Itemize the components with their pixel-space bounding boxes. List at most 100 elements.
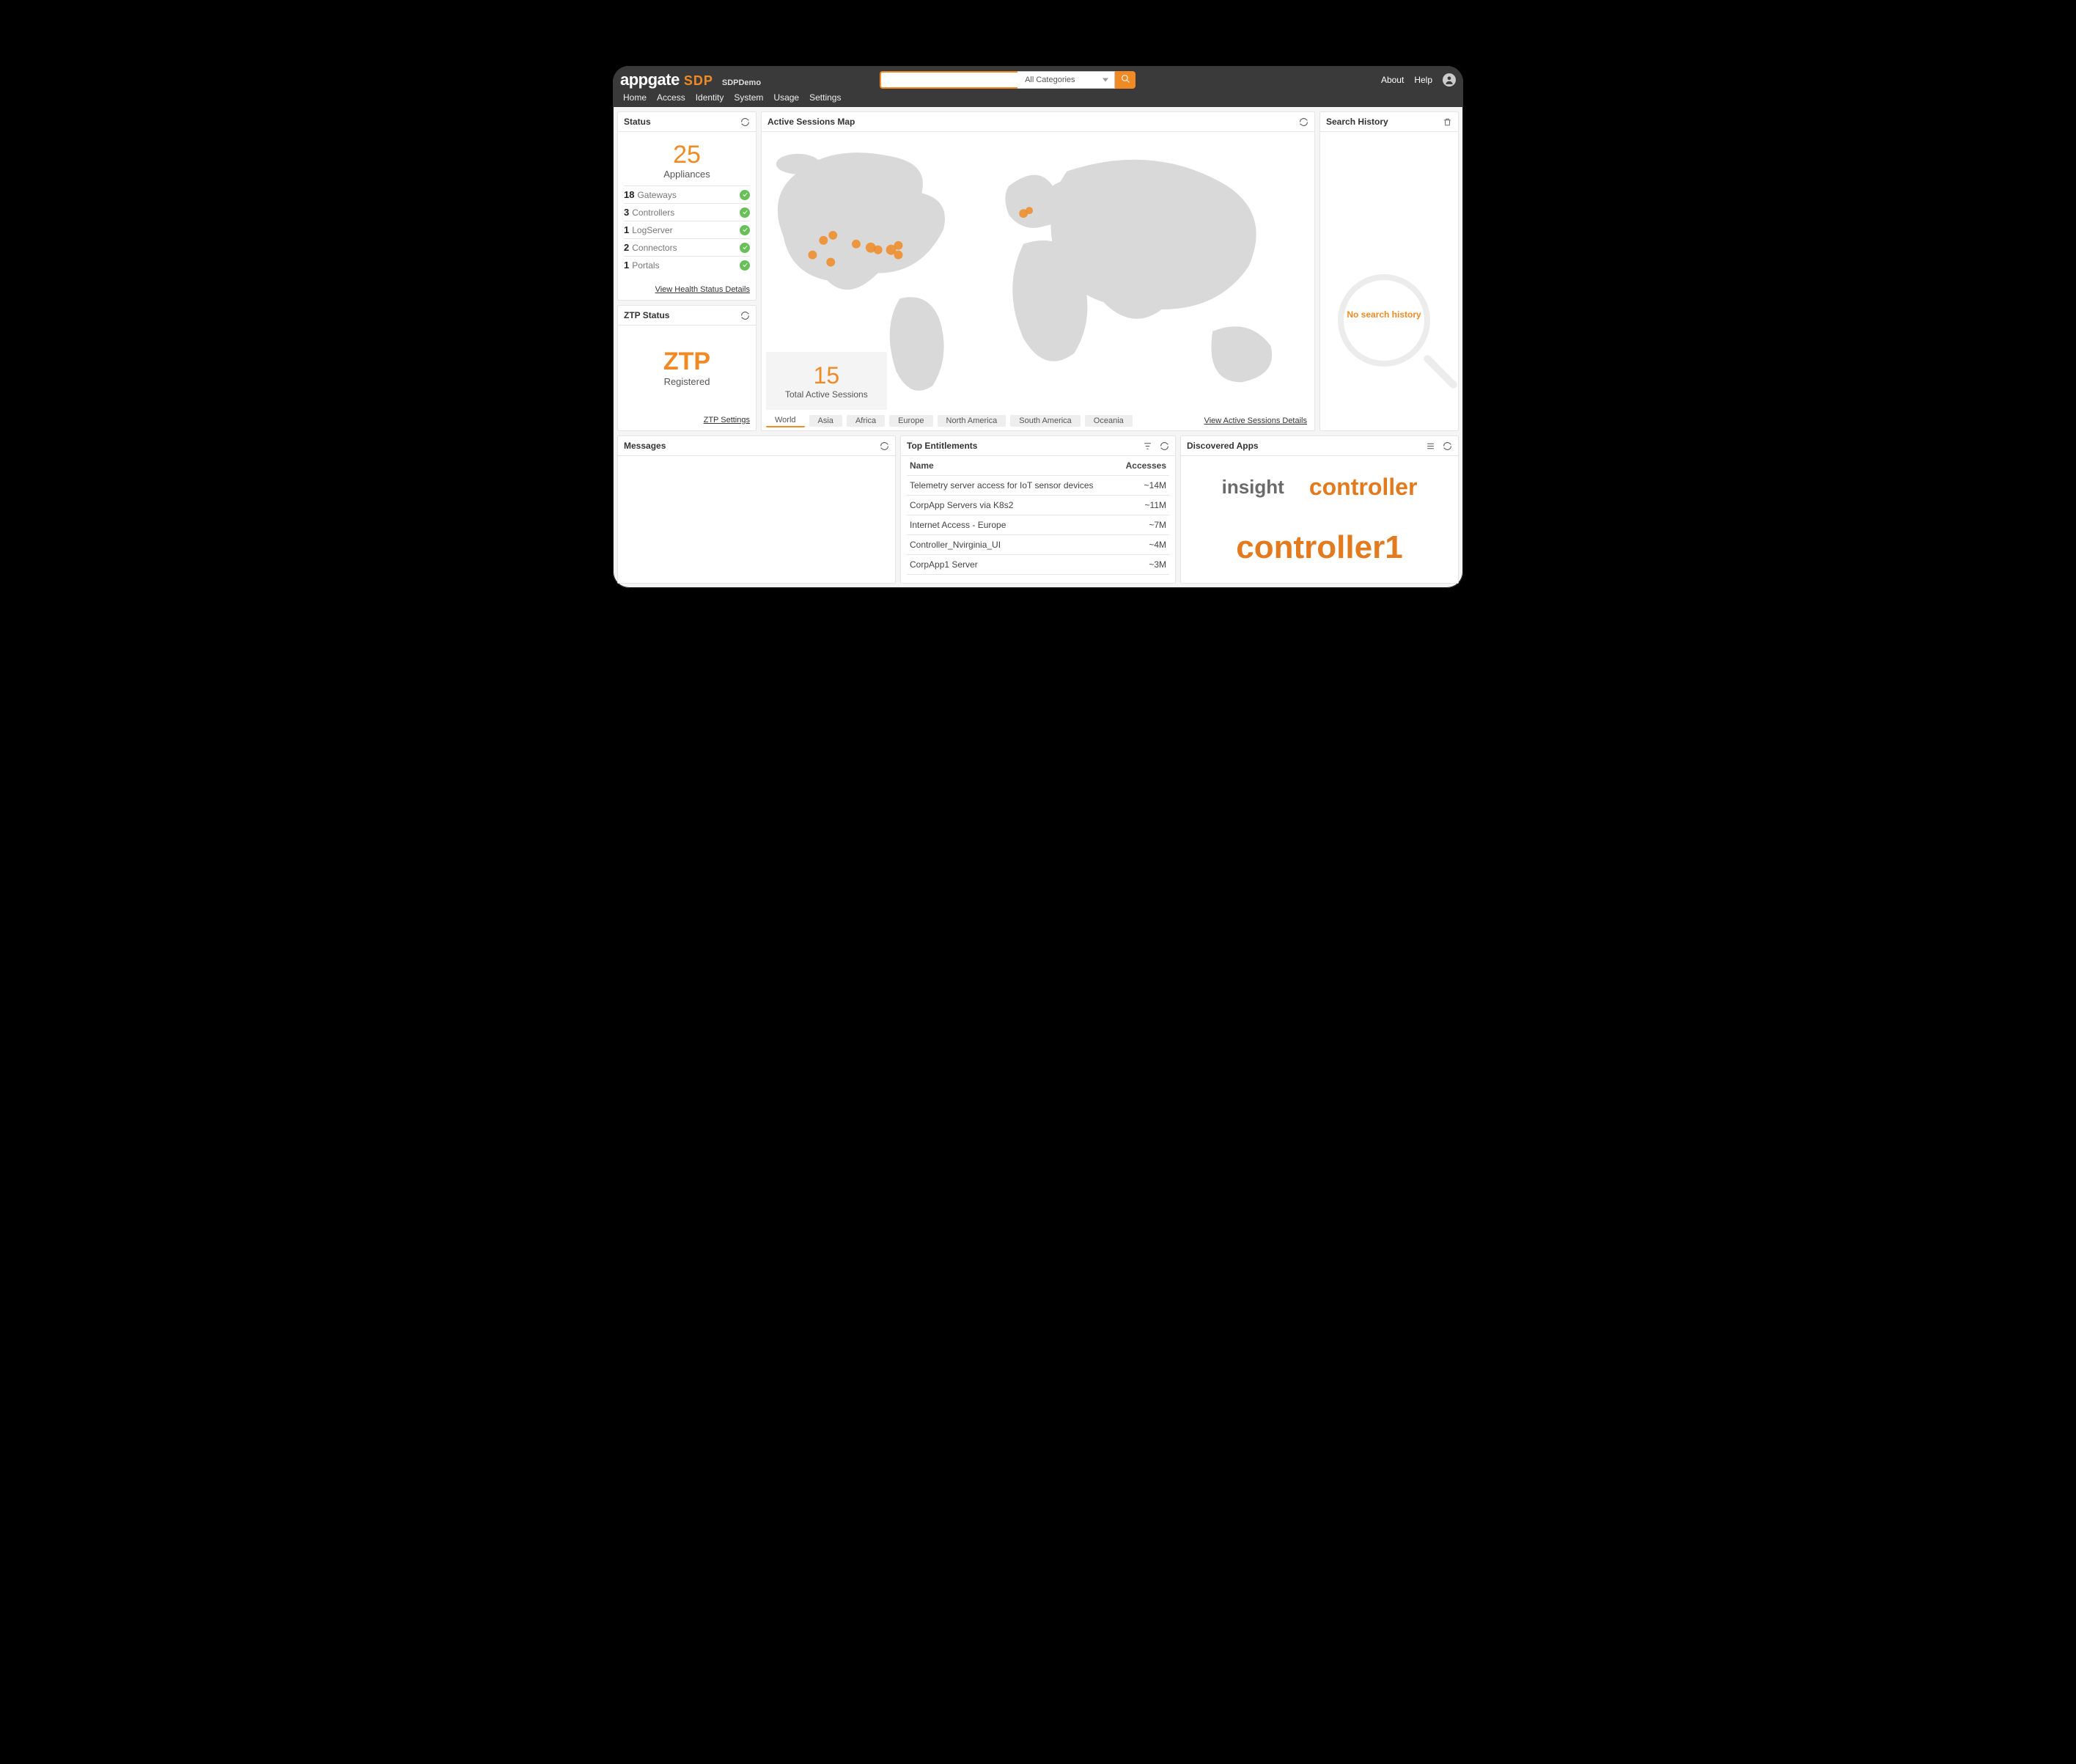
entitlement-name: Internet Access - Europe [907,515,1118,535]
status-row-label: Controllers [632,207,674,218]
about-link[interactable]: About [1381,75,1404,85]
map-tab-africa[interactable]: Africa [847,415,885,427]
status-panel: Status 25 Appliances 18Gateways3Controll… [617,111,757,301]
refresh-icon[interactable] [1443,441,1452,451]
refresh-icon[interactable] [740,117,750,127]
col-accesses: Accesses [1118,456,1170,476]
topbar: appgate SDP SDPDemo All Categories About… [613,66,1463,107]
appliance-count: 25 [624,142,750,167]
active-sessions-details-link[interactable]: View Active Sessions Details [1204,416,1307,425]
cloud-word[interactable]: controller [1309,475,1418,499]
check-ok-icon [740,190,750,200]
menu-home[interactable]: Home [623,92,647,103]
search-input[interactable] [880,71,1017,89]
brand-product-text: SDP [684,73,713,89]
ztp-settings-link[interactable]: ZTP Settings [704,416,750,425]
topbar-right: About Help [1381,73,1456,87]
app-window: appgate SDP SDPDemo All Categories About… [613,66,1463,588]
search-button[interactable] [1115,71,1135,89]
status-row-count: 1 [624,260,629,271]
magnifier-icon: No search history [1338,274,1440,377]
status-list: 18Gateways3Controllers1LogServer2Connect… [624,185,750,273]
refresh-icon[interactable] [1160,441,1169,451]
cloud-word[interactable]: controller1 [1236,532,1402,564]
appliance-count-label: Appliances [624,169,750,180]
global-search: All Categories [880,71,1135,89]
environment-label: SDPDemo [722,78,761,87]
user-avatar-icon[interactable] [1443,73,1456,87]
status-title: Status [624,117,651,127]
discovered-title: Discovered Apps [1187,441,1259,451]
brand: appgate SDP SDPDemo [620,70,761,89]
discovered-apps-panel: Discovered Apps insight controller control… [1180,436,1459,584]
map-tab-south-america[interactable]: South America [1010,415,1081,427]
active-sessions-map-panel: Active Sessions Map [761,111,1315,431]
no-history-text: No search history [1344,309,1424,320]
table-row[interactable]: CorpApp Servers via K8s2~11M [907,496,1169,515]
health-details-link[interactable]: View Health Status Details [655,285,750,294]
menu-access[interactable]: Access [657,92,685,103]
status-row[interactable]: 1LogServer [624,221,750,238]
list-view-icon[interactable] [1426,441,1435,451]
topbar-row: appgate SDP SDPDemo All Categories About… [620,70,1456,89]
cloud-word[interactable]: insight [1222,477,1284,496]
search-icon [1121,74,1130,86]
status-row-count: 3 [624,207,629,218]
status-row[interactable]: 1Portals [624,256,750,273]
refresh-icon[interactable] [740,311,750,320]
entitlement-accesses: ~4M [1118,535,1170,555]
world-map[interactable]: 15 Total Active Sessions [762,132,1314,414]
left-column: Status 25 Appliances 18Gateways3Controll… [617,111,757,431]
total-sessions-count: 15 [785,362,868,389]
table-row[interactable]: CorpApp1 Server~3M [907,555,1169,575]
entitlement-name: Controller_Nvirginia_UI [907,535,1118,555]
discovered-cloud: insight controller controller1 [1181,456,1458,583]
brand-logo-text: appgate [620,70,680,89]
messages-title: Messages [624,441,666,451]
status-row[interactable]: 18Gateways [624,185,750,203]
table-row[interactable]: Controller_Nvirginia_UI~4M [907,535,1169,555]
entitlement-accesses: ~11M [1118,496,1170,515]
menu-settings[interactable]: Settings [809,92,841,103]
map-tab-north-america[interactable]: North America [938,415,1006,427]
status-row-count: 1 [624,224,629,235]
messages-panel: Messages [617,436,896,584]
status-row[interactable]: 2Connectors [624,238,750,256]
search-category-select[interactable]: All Categories [1017,71,1115,89]
menu-identity[interactable]: Identity [696,92,724,103]
menu-usage[interactable]: Usage [773,92,799,103]
map-footer: World Asia Africa Europe North America S… [762,414,1314,430]
entitlement-name: CorpApp1 Server [907,555,1118,575]
table-row[interactable]: Telemetry server access for IoT sensor d… [907,476,1169,496]
entitlement-name: CorpApp Servers via K8s2 [907,496,1118,515]
refresh-icon[interactable] [1299,117,1308,127]
check-ok-icon [740,225,750,235]
help-link[interactable]: Help [1414,75,1432,85]
menu-system[interactable]: System [734,92,763,103]
table-row[interactable]: Internet Access - Europe~7M [907,515,1169,535]
check-ok-icon [740,207,750,218]
dashboard-row-2: Messages Top Entitlements [613,436,1463,588]
entitlement-accesses: ~3M [1118,555,1170,575]
map-tab-world[interactable]: World [766,414,805,427]
map-tab-asia[interactable]: Asia [809,415,842,427]
check-ok-icon [740,243,750,253]
entitlements-table: Name Accesses Telemetry server access fo… [907,456,1169,575]
status-row-label: Portals [632,260,659,271]
search-history-panel: Search History No search history [1319,111,1459,431]
filter-icon[interactable] [1143,441,1152,451]
status-row-label: Connectors [632,243,677,253]
refresh-icon[interactable] [880,441,889,451]
trash-icon[interactable] [1443,117,1452,127]
map-tab-oceania[interactable]: Oceania [1085,415,1133,427]
entitlement-accesses: ~14M [1118,476,1170,496]
entitlement-name: Telemetry server access for IoT sensor d… [907,476,1118,496]
total-sessions-box: 15 Total Active Sessions [766,352,887,410]
status-row[interactable]: 3Controllers [624,203,750,221]
ztp-big-text: ZTP [624,348,750,376]
map-tab-europe[interactable]: Europe [889,415,932,427]
status-row-count: 2 [624,242,629,253]
search-category-selected: All Categories [1025,76,1075,84]
ztp-panel: ZTP Status ZTP Registered ZTP Settings [617,305,757,431]
status-row-label: Gateways [637,190,676,200]
